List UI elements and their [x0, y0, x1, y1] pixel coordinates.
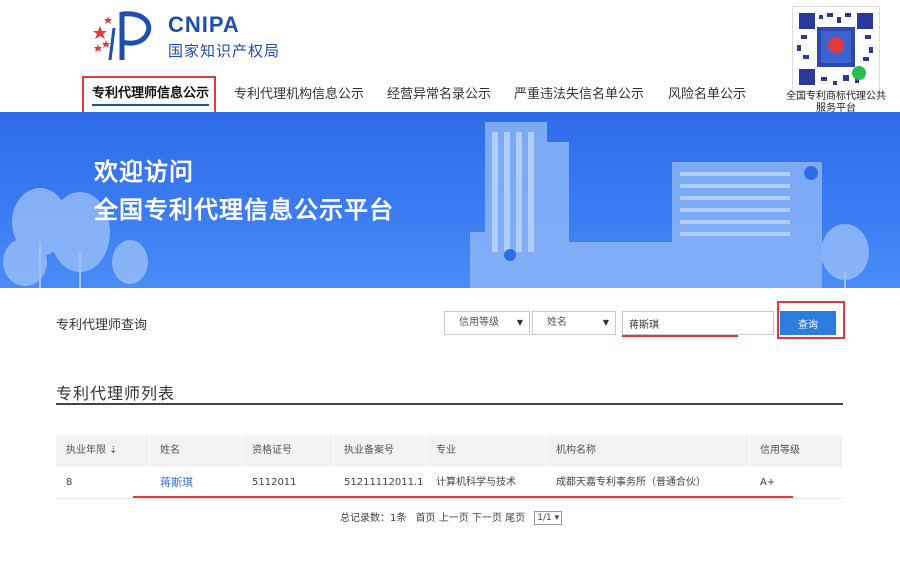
hero-banner: 欢迎访问 全国专利代理信息公示平台	[0, 112, 900, 288]
col-credit-level: 信用等级	[750, 435, 843, 467]
nav-abnormal-list[interactable]: 经营异常名录公示	[387, 80, 491, 110]
nav-agent-info[interactable]: 专利代理师信息公示	[92, 80, 210, 106]
col-name: 姓名	[150, 435, 242, 467]
table-header: 执业年限 ⇣ 姓名 资格证号 执业备案号 专业 机构名称 信用等级	[56, 435, 843, 467]
search-field-select-value: 姓名	[547, 317, 567, 328]
cell-agent-name-link[interactable]: 蒋斯琪	[150, 467, 193, 499]
search-section-title: 专利代理师查询	[56, 318, 148, 333]
cnipa-logo[interactable]: CNIPA 国家知识产权局	[92, 8, 342, 64]
input-underline-annotation	[622, 335, 738, 337]
chevron-down-icon: ▼	[516, 318, 523, 327]
col-major: 专业	[426, 435, 546, 467]
cell-credit-level: A+	[760, 477, 776, 488]
cell-practice-years: 8	[66, 477, 73, 488]
nav-risk-list[interactable]: 风险名单公示	[668, 80, 746, 110]
cell-major: 计算机科学与技术	[436, 477, 516, 488]
cnipa-emblem-icon	[93, 11, 152, 61]
col-practice-years[interactable]: 执业年限 ⇣	[56, 435, 150, 467]
search-button[interactable]: 查询	[780, 311, 836, 335]
pagination: 总记录数：1条 首页 上一页 下一页 尾页 1/1 ▾	[340, 509, 568, 525]
logo-english-text: CNIPA	[168, 12, 240, 37]
col-cert-no: 资格证号	[242, 435, 334, 467]
credit-level-select-value: 信用等级	[459, 317, 499, 328]
logo-chinese-text: 国家知识产权局	[168, 42, 281, 60]
pager-nav-links[interactable]: 首页 上一页 下一页 尾页	[416, 513, 526, 524]
col-agency-name: 机构名称	[546, 435, 750, 467]
qr-code-icon	[793, 7, 879, 91]
credit-level-select[interactable]: 信用等级 ▼	[444, 311, 530, 335]
cell-agency-name: 成都天嘉专利事务所（普通合伙）	[556, 477, 706, 488]
qr-code	[792, 6, 880, 92]
pager-total: 总记录数：1条	[340, 513, 407, 524]
table-row: 8 蒋斯琪 5112011 51211112011.1 计算机科学与技术 成都天…	[56, 467, 843, 499]
cell-record-no: 51211112011.1	[344, 477, 424, 488]
nav-dishonest-list[interactable]: 严重违法失信名单公示	[514, 80, 644, 110]
cell-cert-no: 5112011	[252, 477, 297, 488]
banner-platform-title: 全国专利代理信息公示平台	[94, 196, 394, 224]
pager-page-select[interactable]: 1/1 ▾	[534, 511, 563, 525]
col-record-no: 执业备案号	[334, 435, 426, 467]
nav-agency-info[interactable]: 专利代理机构信息公示	[234, 80, 364, 110]
site-header: CNIPA 国家知识产权局 专利代理师信息公示 专利代理机构信息公示 经营异常名…	[0, 0, 900, 117]
banner-welcome-text: 欢迎访问	[94, 158, 194, 186]
agent-table: 执业年限 ⇣ 姓名 资格证号 执业备案号 专业 机构名称 信用等级 8 蒋斯琪 …	[56, 435, 843, 499]
list-title-divider	[56, 403, 843, 405]
row-underline-annotation	[133, 496, 793, 498]
chevron-down-icon: ▼	[602, 318, 609, 327]
list-section-title: 专利代理师列表	[56, 384, 176, 403]
search-field-select[interactable]: 姓名 ▼	[532, 311, 616, 335]
name-search-input[interactable]	[622, 311, 774, 335]
